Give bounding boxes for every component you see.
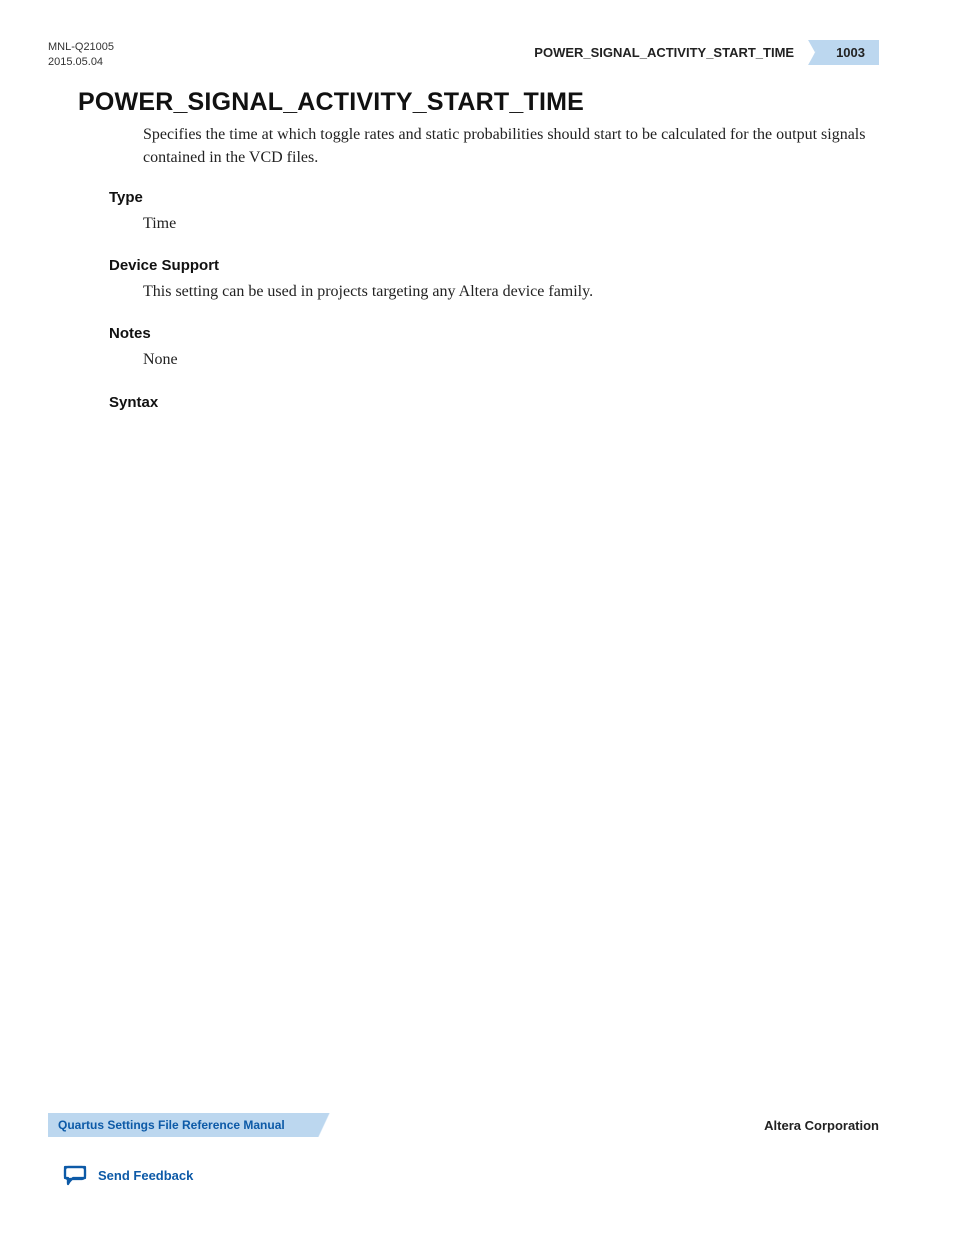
page-header: MNL-Q21005 2015.05.04 POWER_SIGNAL_ACTIV… <box>48 40 879 70</box>
send-feedback-link[interactable]: Send Feedback <box>98 1168 193 1183</box>
header-meta: MNL-Q21005 2015.05.04 <box>48 40 114 70</box>
section-label-type: Type <box>109 189 869 206</box>
section-body-type: Time <box>143 212 869 235</box>
feedback-row: Send Feedback <box>62 1163 879 1187</box>
page-title: POWER_SIGNAL_ACTIVITY_START_TIME <box>78 88 879 117</box>
section-label-syntax: Syntax <box>109 394 869 411</box>
section-body-notes: None <box>143 348 869 371</box>
page-footer: Quartus Settings File Reference Manual A… <box>48 1113 879 1187</box>
doc-id: MNL-Q21005 <box>48 40 114 55</box>
section-label-notes: Notes <box>109 325 869 342</box>
page-number: 1003 <box>822 40 879 65</box>
section-body-device-support: This setting can be used in projects tar… <box>143 280 869 303</box>
company-name: Altera Corporation <box>764 1118 879 1133</box>
doc-date: 2015.05.04 <box>48 55 114 70</box>
footer-bar: Quartus Settings File Reference Manual A… <box>48 1113 879 1137</box>
intro-paragraph: Specifies the time at which toggle rates… <box>143 123 869 169</box>
page: MNL-Q21005 2015.05.04 POWER_SIGNAL_ACTIV… <box>0 0 954 1235</box>
decorative-slash <box>315 1113 333 1137</box>
section-label-device-support: Device Support <box>109 257 869 274</box>
header-right: POWER_SIGNAL_ACTIVITY_START_TIME 1003 <box>534 40 879 65</box>
comment-icon <box>62 1163 88 1187</box>
running-title: POWER_SIGNAL_ACTIVITY_START_TIME <box>534 45 808 60</box>
page-number-chip: 1003 <box>808 40 879 65</box>
manual-title[interactable]: Quartus Settings File Reference Manual <box>48 1113 315 1137</box>
content-body: Specifies the time at which toggle rates… <box>143 123 869 411</box>
manual-title-chip: Quartus Settings File Reference Manual <box>48 1113 333 1137</box>
